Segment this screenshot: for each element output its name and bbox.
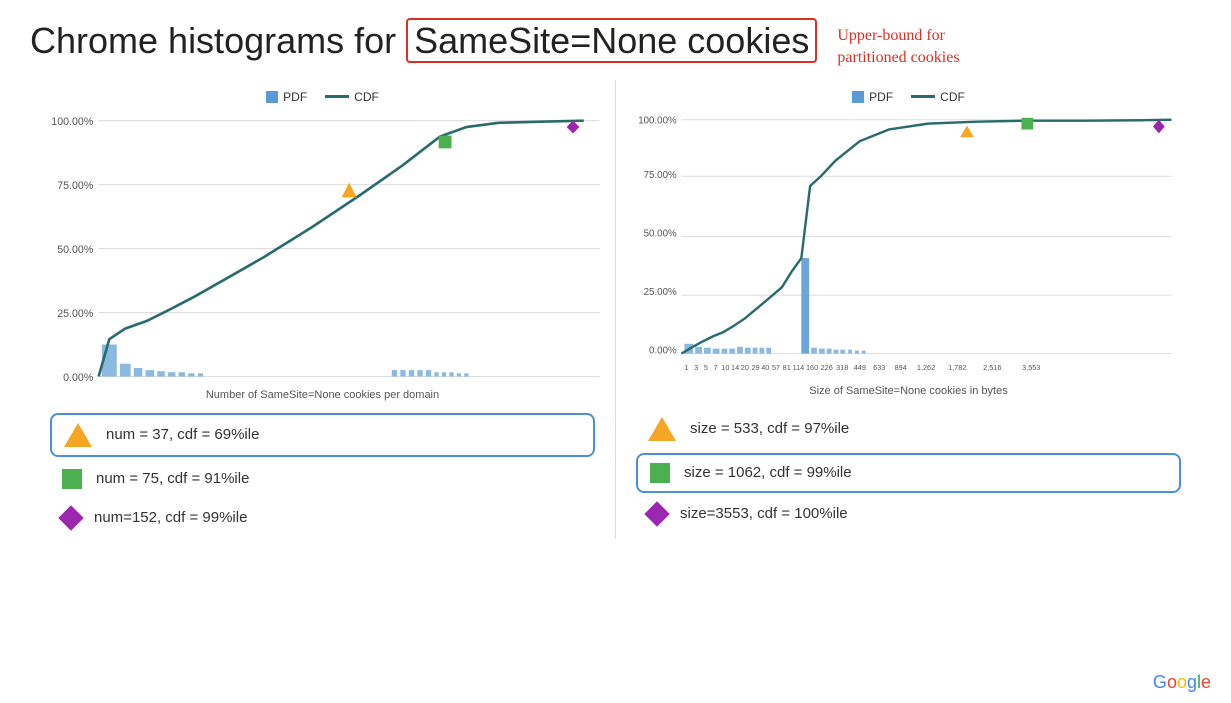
left-info-text-1: num = 75, cdf = 91%ile — [96, 470, 249, 487]
svg-text:3: 3 — [694, 363, 698, 372]
right-chart-area: 100.00% 75.00% 50.00% 25.00% 0.00% — [626, 110, 1191, 383]
left-info-text-0: num = 37, cdf = 69%ile — [106, 426, 259, 443]
left-pdf-label: PDF — [283, 90, 307, 104]
google-logo: Google — [1153, 672, 1211, 693]
svg-text:1,782: 1,782 — [948, 363, 966, 372]
svg-text:160: 160 — [806, 363, 818, 372]
right-chart-label: Size of SameSite=None cookies in bytes — [626, 385, 1191, 397]
title-highlight: SameSite=None cookies — [406, 18, 817, 63]
left-info-item-2: num=152, cdf = 99%ile — [50, 501, 595, 535]
svg-text:100.00%: 100.00% — [638, 115, 677, 126]
annotation: Upper-bound for partitioned cookies — [837, 25, 959, 70]
left-chart-container: PDF CDF 100.00% 75.00% 50.00% 25.00% 0.0… — [30, 80, 615, 539]
svg-text:449: 449 — [854, 363, 866, 372]
left-info-section: num = 37, cdf = 69%ile num = 75, cdf = 9… — [40, 413, 605, 535]
svg-text:633: 633 — [873, 363, 885, 372]
right-chart-container: PDF CDF 100.00% 75.00% 50.00% 25.00% 0.0… — [615, 80, 1201, 539]
svg-text:100.00%: 100.00% — [51, 116, 94, 128]
svg-text:29: 29 — [752, 363, 760, 372]
right-info-text-1: size = 1062, cdf = 99%ile — [684, 464, 852, 481]
svg-text:57: 57 — [772, 363, 780, 372]
left-chart-label: Number of SameSite=None cookies per doma… — [40, 389, 605, 401]
svg-text:0.00%: 0.00% — [649, 345, 677, 356]
svg-text:1,262: 1,262 — [917, 363, 935, 372]
left-legend: PDF CDF — [40, 90, 605, 104]
svg-text:114: 114 — [793, 363, 805, 372]
right-diamond-icon-2 — [644, 501, 669, 526]
right-pdf-label: PDF — [869, 90, 893, 104]
right-info-section: size = 533, cdf = 97%ile size = 1062, cd… — [626, 409, 1191, 531]
diamond-icon-2 — [58, 505, 83, 530]
svg-text:318: 318 — [836, 363, 848, 372]
right-square-icon-1 — [650, 463, 670, 483]
square-icon-1 — [62, 469, 82, 489]
left-chart-svg: 100.00% 75.00% 50.00% 25.00% 0.00% — [40, 110, 605, 387]
svg-text:20: 20 — [741, 363, 749, 372]
svg-text:50.00%: 50.00% — [644, 228, 677, 239]
left-legend-cdf: CDF — [325, 90, 379, 104]
left-info-item-0: num = 37, cdf = 69%ile — [50, 413, 595, 457]
svg-text:5: 5 — [704, 363, 708, 372]
svg-text:226: 226 — [821, 363, 833, 372]
right-info-item-2: size=3553, cdf = 100%ile — [636, 497, 1181, 531]
page: Chrome histograms for SameSite=None cook… — [0, 0, 1231, 703]
svg-text:75.00%: 75.00% — [57, 180, 94, 192]
cdf-line-icon — [325, 95, 349, 98]
svg-text:0.00%: 0.00% — [63, 372, 94, 384]
right-legend-pdf: PDF — [852, 90, 893, 104]
right-info-text-2: size=3553, cdf = 100%ile — [680, 505, 848, 522]
left-legend-pdf: PDF — [266, 90, 307, 104]
svg-text:14: 14 — [731, 363, 739, 372]
svg-text:3,553: 3,553 — [1022, 363, 1040, 372]
svg-text:7: 7 — [714, 363, 718, 372]
right-info-text-0: size = 533, cdf = 97%ile — [690, 420, 849, 437]
annotation-line2: partitioned cookies — [837, 49, 959, 66]
svg-text:25.00%: 25.00% — [644, 287, 677, 298]
right-chart-svg: 100.00% 75.00% 50.00% 25.00% 0.00% — [626, 110, 1191, 383]
svg-text:50.00%: 50.00% — [57, 244, 94, 256]
pdf-icon — [266, 91, 278, 103]
svg-text:2,516: 2,516 — [983, 363, 1001, 372]
svg-text:10: 10 — [721, 363, 729, 372]
svg-text:40: 40 — [761, 363, 769, 372]
svg-text:81: 81 — [783, 363, 791, 372]
main-title: Chrome histograms for SameSite=None cook… — [30, 20, 817, 62]
right-pdf-icon — [852, 91, 864, 103]
title-prefix: Chrome histograms for — [30, 20, 406, 61]
left-cdf-label: CDF — [354, 90, 379, 104]
svg-text:894: 894 — [895, 363, 907, 372]
svg-text:1: 1 — [684, 363, 688, 372]
left-info-text-2: num=152, cdf = 99%ile — [94, 509, 247, 526]
left-chart-area: 100.00% 75.00% 50.00% 25.00% 0.00% — [40, 110, 605, 387]
charts-row: PDF CDF 100.00% 75.00% 50.00% 25.00% 0.0… — [30, 80, 1201, 539]
right-legend-cdf: CDF — [911, 90, 965, 104]
right-info-item-0: size = 533, cdf = 97%ile — [636, 409, 1181, 449]
right-info-item-1: size = 1062, cdf = 99%ile — [636, 453, 1181, 493]
left-info-item-1: num = 75, cdf = 91%ile — [50, 461, 595, 497]
right-legend: PDF CDF — [626, 90, 1191, 104]
right-cdf-line-icon — [911, 95, 935, 98]
title-area: Chrome histograms for SameSite=None cook… — [30, 20, 1201, 70]
right-cdf-label: CDF — [940, 90, 965, 104]
svg-text:75.00%: 75.00% — [644, 170, 677, 181]
annotation-line1: Upper-bound for — [837, 27, 945, 44]
svg-text:25.00%: 25.00% — [57, 308, 94, 320]
triangle-icon-0 — [64, 423, 92, 447]
right-triangle-icon-0 — [648, 417, 676, 441]
